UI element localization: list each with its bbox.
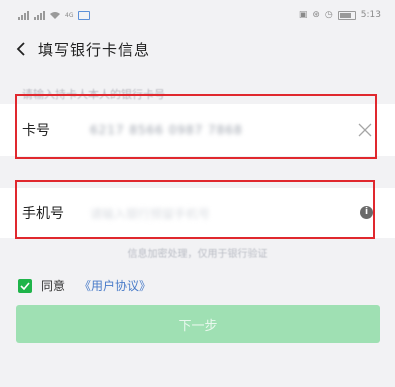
mail-icon bbox=[78, 10, 91, 20]
card-hint: 请输入持卡人本人的银行卡号 bbox=[22, 88, 165, 101]
back-arrow-icon[interactable] bbox=[4, 30, 38, 68]
status-left: 4G bbox=[18, 10, 91, 20]
alarm-icon: ◷ bbox=[324, 10, 333, 20]
card-number-label: 卡号 bbox=[22, 123, 50, 139]
agree-label: 同意 bbox=[41, 279, 66, 293]
next-button[interactable]: 下一步 bbox=[16, 305, 380, 343]
nav-bar: 填写银行卡信息 bbox=[0, 30, 395, 68]
nfc-icon: ▣ bbox=[298, 10, 308, 20]
vibrate-icon: ⊛ bbox=[312, 10, 320, 20]
user-agreement-link[interactable]: 《用户协议》 bbox=[79, 277, 151, 294]
page-title: 填写银行卡信息 bbox=[38, 40, 151, 59]
phone-label: 手机号 bbox=[22, 206, 64, 222]
signal-icon-2 bbox=[34, 10, 45, 20]
wifi-icon bbox=[50, 11, 60, 19]
clear-icon[interactable] bbox=[357, 122, 373, 138]
card-number-field[interactable]: 卡号 6217 8566 0987 7868 bbox=[0, 104, 395, 156]
check-icon bbox=[20, 281, 30, 290]
signal-icon bbox=[18, 10, 29, 20]
status-bar: 4G ▣ ⊛ ◷ 5:13 bbox=[0, 0, 395, 30]
card-number-input[interactable]: 6217 8566 0987 7868 bbox=[90, 123, 395, 137]
agree-checkbox[interactable] bbox=[18, 278, 32, 293]
phone-input[interactable]: 请输入银行预留手机号 bbox=[90, 205, 395, 222]
agreement-row: 同意 《用户协议》 bbox=[18, 277, 151, 294]
info-icon[interactable]: i bbox=[360, 206, 373, 219]
battery-icon bbox=[337, 10, 356, 20]
status-time: 5:13 bbox=[360, 10, 381, 20]
privacy-note: 信息加密处理，仅用于银行验证 bbox=[127, 249, 268, 260]
phone-field[interactable]: 手机号 请输入银行预留手机号 i bbox=[0, 188, 395, 238]
status-right: ▣ ⊛ ◷ 5:13 bbox=[299, 10, 381, 20]
network-label: 4G bbox=[65, 11, 74, 19]
